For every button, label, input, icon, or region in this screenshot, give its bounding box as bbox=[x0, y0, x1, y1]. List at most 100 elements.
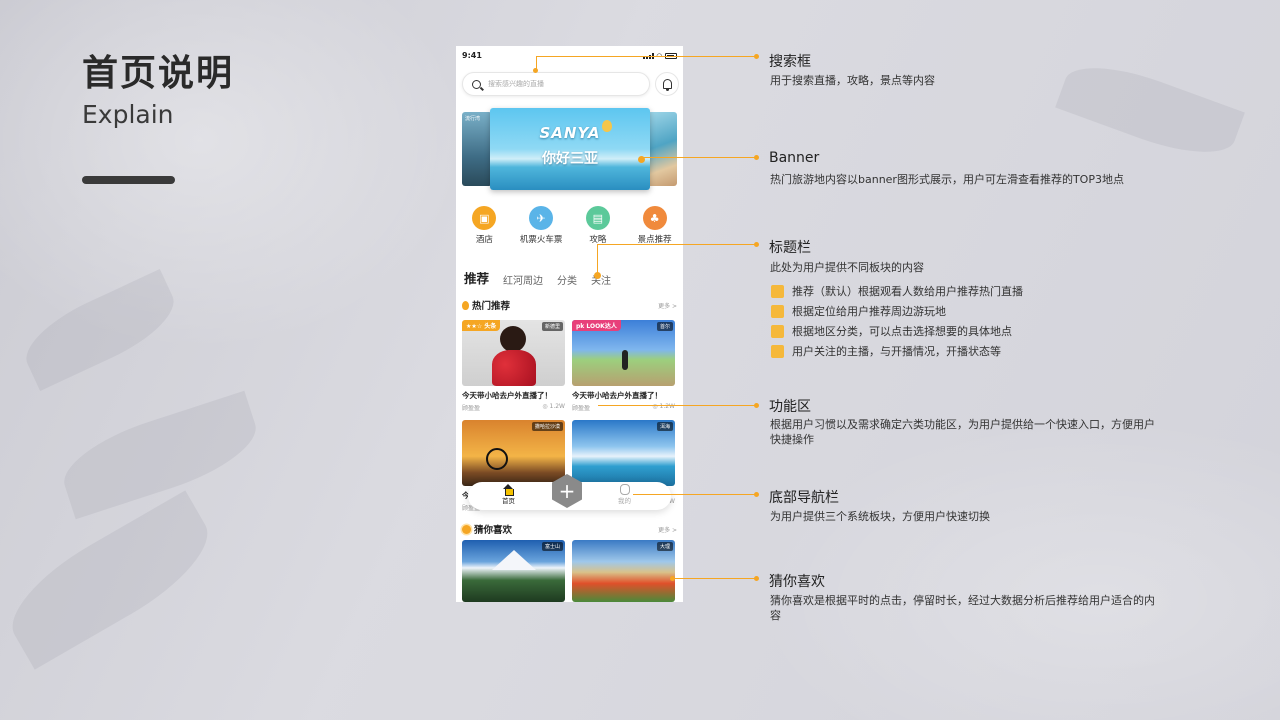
nav-home-label: 首页 bbox=[502, 497, 515, 505]
page-title: 首页说明 bbox=[82, 53, 235, 94]
search-placeholder: 搜索感兴趣的直播 bbox=[488, 80, 544, 88]
entry-attractions[interactable]: ♣ 景点推荐 bbox=[627, 206, 683, 245]
bullet-marker bbox=[771, 284, 784, 298]
home-icon bbox=[503, 484, 514, 496]
entry-hotel[interactable]: ▣ 酒店 bbox=[456, 206, 512, 245]
tab-recommend[interactable]: 推荐 bbox=[464, 268, 490, 289]
bicycle-illustration bbox=[486, 448, 508, 470]
banner-subheadline: 你好三亚 bbox=[542, 151, 598, 167]
hot-more-link[interactable]: 更多 > bbox=[658, 301, 677, 310]
tabs-callout-line bbox=[597, 244, 598, 276]
status-time: 9:41 bbox=[462, 51, 482, 60]
page-subtitle: Explain bbox=[82, 100, 174, 129]
annotation-search-desc: 用于搜索直播，攻略，景点等内容 bbox=[770, 74, 935, 87]
nav-callout-line bbox=[633, 494, 756, 495]
card-location-tag: 新德里 bbox=[541, 322, 563, 331]
palm-icon: ♣ bbox=[642, 206, 667, 230]
bullet-text: 推荐（默认）根据观看人数给用户推荐热门直播 bbox=[792, 285, 1023, 298]
guess-callout-end bbox=[754, 576, 759, 581]
nav-mine-label: 我的 bbox=[618, 497, 631, 505]
card-image: 撒哈拉沙漠 bbox=[462, 420, 565, 486]
entry-label: 机票火车票 bbox=[519, 235, 563, 245]
nav-home[interactable]: 首页 bbox=[502, 484, 515, 505]
live-card[interactable]: pk LOOK达人 首尔 今天带小哈去户外直播了！ 顾盈盈 ◎ 1.2W bbox=[572, 320, 675, 412]
quick-entry-row: ▣ 酒店 ✈ 机票火车票 ▤ 攻略 ♣ 景点推荐 bbox=[456, 206, 683, 245]
user-icon bbox=[619, 484, 630, 495]
banner-slide-next[interactable] bbox=[647, 112, 677, 186]
guess-card[interactable]: 富士山 bbox=[462, 540, 565, 602]
annotation-tabs-desc: 此处为用户提供不同板块的内容 bbox=[770, 261, 924, 274]
title-underline bbox=[82, 176, 175, 184]
card-title: 今天带小哈去户外直播了！ bbox=[462, 391, 552, 400]
card-title: 今天带小哈去户外直播了！ bbox=[572, 391, 662, 400]
live-card[interactable]: ★★☆ 头条 新德里 今天带小哈去户外直播了！ 顾盈盈 ◎ 1.2W bbox=[462, 320, 565, 412]
search-callout-end bbox=[754, 54, 759, 59]
bullet-text: 用户关注的主播，与开播情况，开播状态等 bbox=[792, 345, 1001, 358]
banner-left-tag: 流行湾 bbox=[465, 116, 481, 122]
tabs-callout-end bbox=[754, 242, 759, 247]
person-illustration bbox=[622, 350, 628, 370]
card-location-tag: 洱海 bbox=[656, 422, 673, 431]
entry-label: 酒店 bbox=[475, 235, 493, 245]
banner-carousel[interactable]: 流行湾 SANYA 你好三亚 bbox=[462, 108, 677, 190]
card-location-tag: 撒哈拉沙漠 bbox=[531, 422, 563, 431]
nav-callout-end bbox=[754, 492, 759, 497]
tab-bar: 推荐 红河周边 分类 关注 bbox=[464, 268, 611, 289]
guide-icon: ▤ bbox=[585, 206, 610, 230]
card-image: pk LOOK达人 首尔 bbox=[572, 320, 675, 386]
sun-icon bbox=[462, 524, 471, 534]
heart-balloons bbox=[492, 350, 536, 386]
mountain-illustration bbox=[492, 550, 536, 570]
annotation-search-title: 搜索框 bbox=[769, 54, 811, 70]
annotation-features-title: 功能区 bbox=[769, 399, 811, 415]
guess-card[interactable]: 大理 bbox=[572, 540, 675, 602]
banner-headline: SANYA bbox=[539, 124, 601, 142]
annotation-guess-title: 猜你喜欢 bbox=[769, 574, 825, 590]
bullet-marker bbox=[771, 344, 784, 358]
guess-more-link[interactable]: 更多 > bbox=[658, 525, 677, 534]
entry-guide[interactable]: ▤ 攻略 bbox=[570, 206, 626, 245]
person-illustration bbox=[500, 326, 526, 352]
annotation-tabs-title: 标题栏 bbox=[769, 240, 811, 256]
guess-callout-line bbox=[673, 578, 756, 579]
annotation-banner-title: Banner bbox=[769, 150, 820, 166]
annotation-nav-desc: 为用户提供三个系统板块，方便用户快速切换 bbox=[770, 510, 990, 523]
annotation-guess-desc: 猜你喜欢是根据平时的点击，停留时长，经过大数据分析后推荐给用户适合的内容 bbox=[770, 594, 1155, 622]
nav-mine[interactable]: 我的 bbox=[618, 484, 631, 505]
bullet-marker bbox=[771, 324, 784, 338]
card-location-tag: 首尔 bbox=[656, 322, 673, 331]
guess-section-header: 猜你喜欢 更多 > bbox=[462, 522, 677, 536]
card-author: 顾盈盈 bbox=[462, 405, 481, 412]
entry-tickets[interactable]: ✈ 机票火车票 bbox=[513, 206, 569, 245]
tab-nearby[interactable]: 红河周边 bbox=[503, 272, 543, 287]
guess-section-title: 猜你喜欢 bbox=[462, 522, 512, 536]
search-icon bbox=[472, 79, 481, 89]
tab-category[interactable]: 分类 bbox=[557, 272, 577, 287]
annotation-tabs-bullet: 根据定位给用户推荐周边游玩地 bbox=[771, 303, 946, 319]
search-callout-line bbox=[536, 56, 756, 57]
tabs-callout-line bbox=[597, 244, 756, 245]
card-badge: pk LOOK达人 bbox=[572, 320, 621, 331]
banner-slide-prev[interactable]: 流行湾 bbox=[462, 112, 492, 186]
card-views: ◎ 1.2W bbox=[542, 403, 565, 410]
card-meta: 顾盈盈 ◎ 1.2W bbox=[462, 403, 565, 412]
hot-section-label: 热门推荐 bbox=[472, 301, 511, 312]
card-image: 洱海 bbox=[572, 420, 675, 486]
card-location-tag: 富士山 bbox=[541, 542, 563, 551]
annotation-tabs-bullet: 根据地区分类，可以点击选择想要的具体地点 bbox=[771, 323, 1012, 339]
card-badge: ★★☆ 头条 bbox=[462, 320, 501, 331]
card-image: 大理 bbox=[572, 540, 675, 602]
card-image: ★★☆ 头条 新德里 bbox=[462, 320, 565, 386]
annotation-tabs-bullet: 推荐（默认）根据观看人数给用户推荐热门直播 bbox=[771, 283, 1023, 299]
bullet-marker bbox=[771, 304, 784, 318]
annotation-tabs-bullet: 用户关注的主播，与开播情况，开播状态等 bbox=[771, 343, 1001, 359]
plane-icon: ✈ bbox=[529, 206, 554, 230]
features-callout-end bbox=[754, 403, 759, 408]
hot-section-title: 热门推荐 bbox=[462, 298, 510, 312]
phone-mockup: 9:41 ◠ 搜索感兴趣的直播 流行湾 SANYA 你好三亚 ▣ 酒店 ✈ bbox=[456, 46, 683, 602]
search-input[interactable]: 搜索感兴趣的直播 bbox=[462, 72, 650, 96]
banner-slide-current[interactable]: SANYA 你好三亚 bbox=[490, 108, 650, 190]
hot-section-header: 热门推荐 更多 > bbox=[462, 298, 677, 312]
notification-button[interactable] bbox=[655, 72, 679, 96]
bullet-text: 根据地区分类，可以点击选择想要的具体地点 bbox=[792, 325, 1012, 338]
